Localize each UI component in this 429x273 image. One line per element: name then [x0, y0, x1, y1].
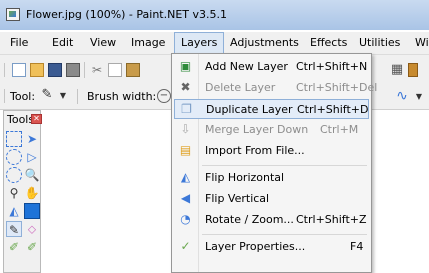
- title-bar: Flower.jpg (100%) - Paint.NET v3.5.1: [0, 0, 429, 30]
- magic-wand-icon[interactable]: ⚲: [6, 185, 22, 201]
- toolbar-separator: [77, 89, 78, 104]
- new-file-icon[interactable]: [12, 63, 26, 77]
- clone-stamp-icon[interactable]: ✐: [24, 239, 40, 255]
- rectangle-select-icon[interactable]: [6, 131, 22, 147]
- menu-item-shortcut: Ctrl+Shift+Z: [296, 213, 367, 226]
- flip-vertical-icon: ◀: [180, 191, 191, 205]
- menu-item-merge-layer-down[interactable]: ⇩ Merge Layer Down Ctrl+M: [174, 120, 369, 140]
- menu-item-shortcut: F4: [350, 240, 364, 253]
- menu-item-label: Add New Layer: [205, 60, 288, 73]
- menu-separator: [202, 234, 367, 235]
- menu-item-shortcut: Ctrl+Shift+Del: [296, 81, 378, 94]
- copy-icon[interactable]: [108, 63, 122, 77]
- pencil-icon[interactable]: ✐: [6, 239, 22, 255]
- duplicate-layer-icon: ❐: [181, 102, 192, 116]
- curve-icon[interactable]: ∿: [395, 89, 409, 103]
- current-tool-icon[interactable]: ✎: [40, 88, 54, 102]
- decrease-width-icon[interactable]: −: [157, 89, 171, 103]
- menu-adjustments[interactable]: Adjustments: [224, 32, 305, 54]
- add-layer-icon: ▣: [179, 59, 192, 73]
- cut-icon[interactable]: ✂: [90, 63, 104, 77]
- delete-layer-icon: ✖: [180, 80, 191, 94]
- paste-icon[interactable]: [126, 63, 140, 77]
- ellipse-select-icon[interactable]: [6, 167, 22, 183]
- menu-utilities[interactable]: Utilities: [353, 32, 406, 54]
- tool-dropdown-icon[interactable]: ▼: [56, 89, 70, 103]
- close-icon[interactable]: ✕: [31, 114, 42, 124]
- tool-label: Tool:: [10, 90, 36, 103]
- menu-item-shortcut: Ctrl+M: [320, 123, 359, 136]
- pan-icon[interactable]: ✋: [24, 185, 40, 201]
- open-file-icon[interactable]: [30, 63, 44, 77]
- brush-width-label: Brush width:: [87, 90, 157, 103]
- tools-panel: Tools ✕ ➤ ▷ 🔍 ⚲ ✋ ◭ ✎ ⬦ ✐ ✐: [3, 110, 42, 273]
- layers-menu: ▣ Add New Layer Ctrl+Shift+N ✖ Delete La…: [171, 53, 377, 273]
- menu-layers[interactable]: Layers: [174, 32, 225, 54]
- curve-dropdown-icon[interactable]: ▼: [412, 90, 426, 104]
- menu-item-label: Merge Layer Down: [205, 123, 309, 136]
- import-file-icon: ▤: [179, 143, 192, 157]
- lasso-select-icon[interactable]: [6, 149, 22, 165]
- menu-item-flip-vertical[interactable]: ◀ Flip Vertical: [174, 189, 369, 209]
- layer-properties-icon: ✓: [180, 239, 191, 253]
- grid-icon[interactable]: ▦: [390, 63, 404, 77]
- merge-layer-icon: ⇩: [180, 122, 191, 136]
- print-icon[interactable]: [66, 63, 80, 77]
- menu-item-duplicate-layer[interactable]: ❐ Duplicate Layer Ctrl+Shift+D: [174, 99, 369, 119]
- move-icon[interactable]: ▷: [24, 149, 40, 165]
- flip-horizontal-icon: ◭: [180, 170, 191, 184]
- save-icon[interactable]: [48, 63, 62, 77]
- eraser-icon[interactable]: ⬦: [24, 221, 40, 237]
- menu-item-add-new-layer[interactable]: ▣ Add New Layer Ctrl+Shift+N: [174, 57, 369, 77]
- menu-bar: File Edit View Image Layers Adjustments …: [0, 32, 429, 55]
- pen-icon[interactable]: [408, 63, 418, 77]
- app-icon: [6, 8, 20, 21]
- window-title: Flower.jpg (100%) - Paint.NET v3.5.1: [26, 8, 228, 21]
- menu-item-layer-properties[interactable]: ✓ Layer Properties... F4: [174, 237, 369, 257]
- paint-bucket-icon[interactable]: ◭: [6, 203, 22, 219]
- menu-item-shortcut: Ctrl+Shift+D: [297, 103, 369, 116]
- menu-item-rotate-zoom[interactable]: ◔ Rotate / Zoom... Ctrl+Shift+Z: [174, 210, 369, 230]
- toolbar-grip: [4, 63, 5, 77]
- menu-item-import-from-file[interactable]: ▤ Import From File...: [174, 141, 369, 161]
- menu-item-delete-layer[interactable]: ✖ Delete Layer Ctrl+Shift+Del: [174, 78, 377, 98]
- menu-item-label: Flip Horizontal: [205, 171, 285, 184]
- zoom-icon[interactable]: 🔍: [24, 167, 40, 183]
- menu-view[interactable]: View: [84, 32, 122, 54]
- menu-window[interactable]: Wi: [409, 32, 429, 54]
- menu-item-label: Duplicate Layer: [206, 103, 293, 116]
- menu-item-label: Delete Layer: [205, 81, 276, 94]
- menu-item-label: Rotate / Zoom...: [205, 213, 294, 226]
- menu-separator: [202, 165, 367, 166]
- rotate-zoom-icon: ◔: [180, 212, 191, 226]
- menu-file[interactable]: File: [4, 32, 34, 54]
- menu-item-label: Layer Properties...: [205, 240, 306, 253]
- menu-item-flip-horizontal[interactable]: ◭ Flip Horizontal: [174, 168, 369, 188]
- menu-item-label: Flip Vertical: [205, 192, 270, 205]
- toolbar-separator: [84, 62, 85, 78]
- paintbrush-icon[interactable]: ✎: [6, 221, 22, 237]
- move-selection-icon[interactable]: ➤: [24, 131, 40, 147]
- gradient-icon[interactable]: [24, 203, 40, 219]
- menu-image[interactable]: Image: [125, 32, 171, 54]
- toolbar-grip: [4, 89, 5, 103]
- menu-item-label: Import From File...: [205, 144, 305, 157]
- menu-item-shortcut: Ctrl+Shift+N: [296, 60, 368, 73]
- menu-edit[interactable]: Edit: [46, 32, 79, 54]
- menu-effects[interactable]: Effects: [304, 32, 353, 54]
